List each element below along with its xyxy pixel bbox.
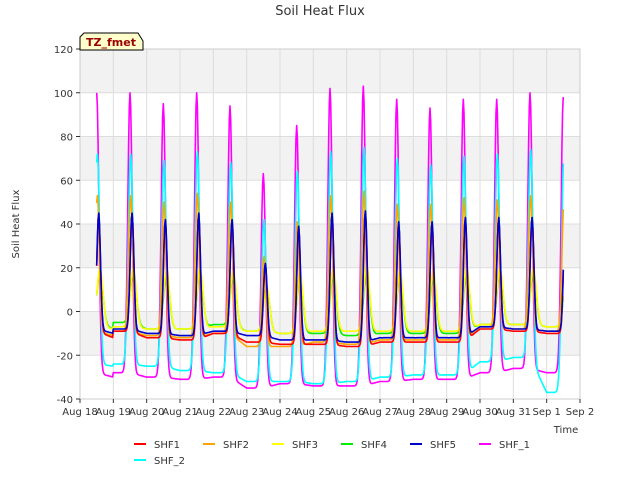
site-annotation-label: TZ_fmet [86,36,136,49]
x-tick-label: Aug 26 [329,407,364,418]
y-tick-label: 120 [54,45,73,56]
y-tick-label: 20 [60,264,73,275]
legend-label: SHF_1 [499,440,530,451]
background-band [80,49,580,93]
x-tick-label: Aug 22 [196,407,231,418]
legend-label: SHF3 [292,440,318,451]
x-tick-label: Aug 18 [62,407,97,418]
legend-label: SHF4 [361,440,387,451]
y-tick-label: 40 [60,220,73,231]
legend-label: SHF1 [154,440,180,451]
y-tick-label: -40 [57,395,73,406]
site-annotation: TZ_fmet [79,32,144,51]
y-tick-label: 0 [67,308,73,319]
x-tick-label: Sep 1 [532,407,560,418]
chart-title: Soil Heat Flux [275,4,365,19]
legend-label: SHF2 [223,440,249,451]
x-tick-label: Aug 30 [462,407,497,418]
y-axis-label: Soil Heat Flux [11,189,22,258]
y-tick-label: 100 [54,89,73,100]
y-tick-label: -20 [57,351,73,362]
soil-heat-flux-chart: -40 -20 0 20 40 60 80 100 120 Aug 18Aug 19Aug 20… [0,0,640,480]
x-tick-label: Aug 23 [229,407,264,418]
x-tick-label: Aug 28 [396,407,431,418]
x-tick-label: Aug 21 [162,407,197,418]
legend-label: SHF_2 [154,456,185,467]
x-tick-label: Aug 20 [129,407,164,418]
y-tick-label: 80 [60,133,73,144]
x-tick-label: Aug 27 [362,407,397,418]
x-tick-label: Sep 2 [566,407,594,418]
y-tick-label: 60 [60,176,73,187]
legend-label: SHF5 [430,440,456,451]
chart-container: -40 -20 0 20 40 60 80 100 120 Aug 18 Aug 19 Aug 20… [0,0,640,480]
x-tick-label: Aug 31 [496,407,531,418]
x-axis-label: Time [553,425,578,436]
x-tick-label: Aug 25 [296,407,331,418]
x-tick-label: Aug 24 [262,407,297,418]
x-tick-label: Aug 19 [96,407,131,418]
x-tick-label: Aug 29 [429,407,464,418]
